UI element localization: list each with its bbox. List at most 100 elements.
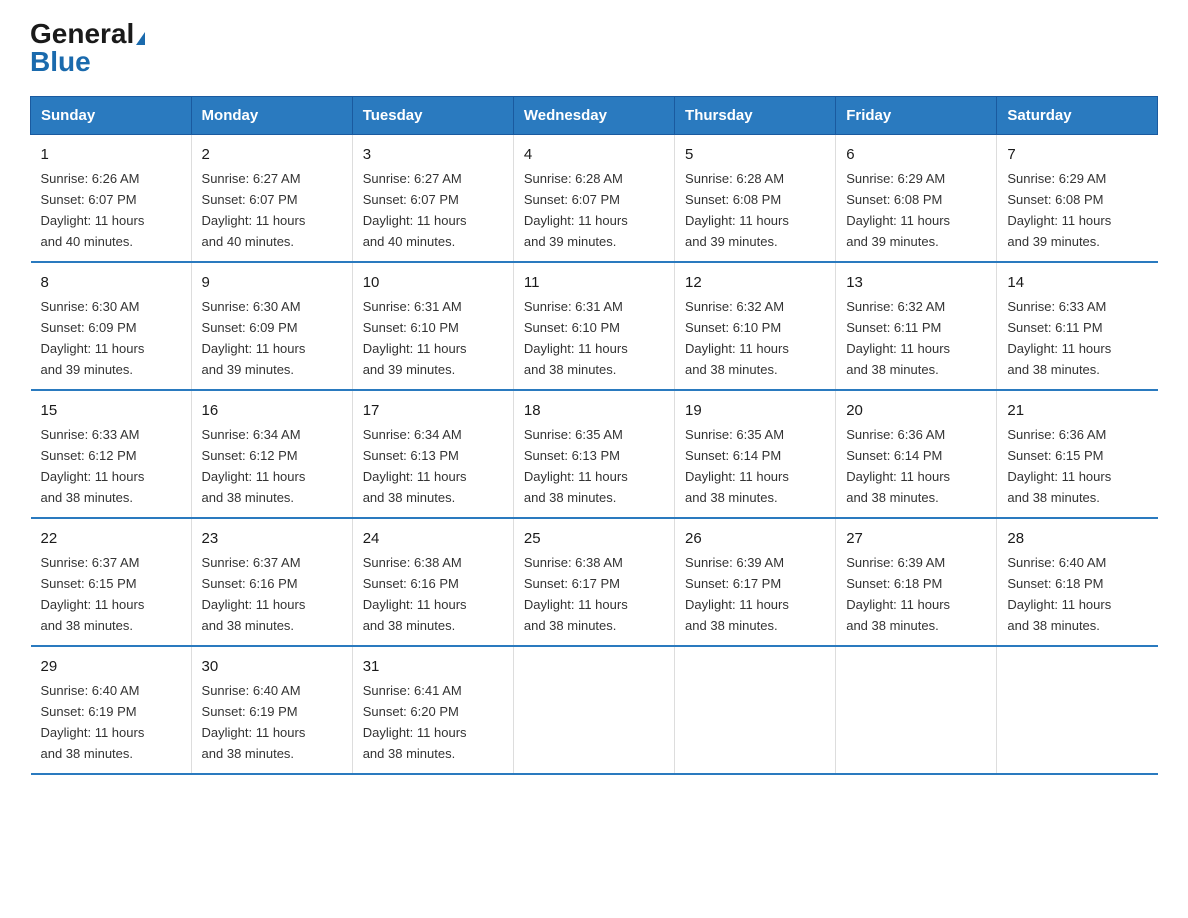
- calendar-cell: 1 Sunrise: 6:26 AMSunset: 6:07 PMDayligh…: [31, 135, 192, 262]
- day-info: Sunrise: 6:32 AMSunset: 6:10 PMDaylight:…: [685, 299, 789, 377]
- day-info: Sunrise: 6:33 AMSunset: 6:11 PMDaylight:…: [1007, 299, 1111, 377]
- day-number: 11: [524, 271, 664, 294]
- day-number: 12: [685, 271, 825, 294]
- day-info: Sunrise: 6:31 AMSunset: 6:10 PMDaylight:…: [363, 299, 467, 377]
- calendar-cell: 12 Sunrise: 6:32 AMSunset: 6:10 PMDaylig…: [675, 262, 836, 390]
- calendar-week-5: 29 Sunrise: 6:40 AMSunset: 6:19 PMDaylig…: [31, 646, 1158, 774]
- day-info: Sunrise: 6:38 AMSunset: 6:17 PMDaylight:…: [524, 555, 628, 633]
- calendar-cell: 29 Sunrise: 6:40 AMSunset: 6:19 PMDaylig…: [31, 646, 192, 774]
- calendar-cell: 24 Sunrise: 6:38 AMSunset: 6:16 PMDaylig…: [352, 518, 513, 646]
- calendar-cell: 17 Sunrise: 6:34 AMSunset: 6:13 PMDaylig…: [352, 390, 513, 518]
- calendar-cell: 4 Sunrise: 6:28 AMSunset: 6:07 PMDayligh…: [513, 135, 674, 262]
- header-wednesday: Wednesday: [513, 97, 674, 135]
- day-info: Sunrise: 6:30 AMSunset: 6:09 PMDaylight:…: [41, 299, 145, 377]
- calendar-week-3: 15 Sunrise: 6:33 AMSunset: 6:12 PMDaylig…: [31, 390, 1158, 518]
- day-info: Sunrise: 6:39 AMSunset: 6:17 PMDaylight:…: [685, 555, 789, 633]
- day-info: Sunrise: 6:26 AMSunset: 6:07 PMDaylight:…: [41, 171, 145, 249]
- calendar-cell: 3 Sunrise: 6:27 AMSunset: 6:07 PMDayligh…: [352, 135, 513, 262]
- calendar-cell: 21 Sunrise: 6:36 AMSunset: 6:15 PMDaylig…: [997, 390, 1158, 518]
- day-info: Sunrise: 6:29 AMSunset: 6:08 PMDaylight:…: [846, 171, 950, 249]
- day-number: 31: [363, 655, 503, 678]
- day-info: Sunrise: 6:35 AMSunset: 6:14 PMDaylight:…: [685, 427, 789, 505]
- header-friday: Friday: [836, 97, 997, 135]
- day-number: 19: [685, 399, 825, 422]
- day-number: 30: [202, 655, 342, 678]
- calendar-week-4: 22 Sunrise: 6:37 AMSunset: 6:15 PMDaylig…: [31, 518, 1158, 646]
- day-info: Sunrise: 6:35 AMSunset: 6:13 PMDaylight:…: [524, 427, 628, 505]
- calendar-cell: 28 Sunrise: 6:40 AMSunset: 6:18 PMDaylig…: [997, 518, 1158, 646]
- day-number: 26: [685, 527, 825, 550]
- calendar-cell: 25 Sunrise: 6:38 AMSunset: 6:17 PMDaylig…: [513, 518, 674, 646]
- day-info: Sunrise: 6:40 AMSunset: 6:18 PMDaylight:…: [1007, 555, 1111, 633]
- logo-general-text: General: [30, 18, 134, 49]
- day-number: 2: [202, 143, 342, 166]
- calendar-cell: 15 Sunrise: 6:33 AMSunset: 6:12 PMDaylig…: [31, 390, 192, 518]
- calendar-cell: 5 Sunrise: 6:28 AMSunset: 6:08 PMDayligh…: [675, 135, 836, 262]
- day-info: Sunrise: 6:41 AMSunset: 6:20 PMDaylight:…: [363, 683, 467, 761]
- calendar-table: SundayMondayTuesdayWednesdayThursdayFrid…: [30, 96, 1158, 775]
- calendar-cell: 10 Sunrise: 6:31 AMSunset: 6:10 PMDaylig…: [352, 262, 513, 390]
- day-number: 23: [202, 527, 342, 550]
- logo-blue-text: Blue: [30, 48, 145, 76]
- day-info: Sunrise: 6:33 AMSunset: 6:12 PMDaylight:…: [41, 427, 145, 505]
- calendar-cell: 27 Sunrise: 6:39 AMSunset: 6:18 PMDaylig…: [836, 518, 997, 646]
- day-number: 4: [524, 143, 664, 166]
- day-number: 27: [846, 527, 986, 550]
- day-info: Sunrise: 6:37 AMSunset: 6:16 PMDaylight:…: [202, 555, 306, 633]
- calendar-cell: 14 Sunrise: 6:33 AMSunset: 6:11 PMDaylig…: [997, 262, 1158, 390]
- calendar-cell: 9 Sunrise: 6:30 AMSunset: 6:09 PMDayligh…: [191, 262, 352, 390]
- calendar-cell: 30 Sunrise: 6:40 AMSunset: 6:19 PMDaylig…: [191, 646, 352, 774]
- day-info: Sunrise: 6:40 AMSunset: 6:19 PMDaylight:…: [41, 683, 145, 761]
- logo-general-line: General: [30, 20, 145, 48]
- calendar-cell: [836, 646, 997, 774]
- calendar-header-row: SundayMondayTuesdayWednesdayThursdayFrid…: [31, 97, 1158, 135]
- day-info: Sunrise: 6:27 AMSunset: 6:07 PMDaylight:…: [202, 171, 306, 249]
- calendar-cell: [513, 646, 674, 774]
- day-number: 18: [524, 399, 664, 422]
- day-info: Sunrise: 6:40 AMSunset: 6:19 PMDaylight:…: [202, 683, 306, 761]
- day-info: Sunrise: 6:30 AMSunset: 6:09 PMDaylight:…: [202, 299, 306, 377]
- day-number: 20: [846, 399, 986, 422]
- day-number: 28: [1007, 527, 1147, 550]
- calendar-cell: 23 Sunrise: 6:37 AMSunset: 6:16 PMDaylig…: [191, 518, 352, 646]
- day-info: Sunrise: 6:36 AMSunset: 6:15 PMDaylight:…: [1007, 427, 1111, 505]
- logo: General Blue: [30, 20, 145, 76]
- day-info: Sunrise: 6:31 AMSunset: 6:10 PMDaylight:…: [524, 299, 628, 377]
- day-info: Sunrise: 6:32 AMSunset: 6:11 PMDaylight:…: [846, 299, 950, 377]
- calendar-cell: [675, 646, 836, 774]
- day-number: 6: [846, 143, 986, 166]
- calendar-cell: 8 Sunrise: 6:30 AMSunset: 6:09 PMDayligh…: [31, 262, 192, 390]
- day-number: 5: [685, 143, 825, 166]
- day-info: Sunrise: 6:39 AMSunset: 6:18 PMDaylight:…: [846, 555, 950, 633]
- calendar-week-1: 1 Sunrise: 6:26 AMSunset: 6:07 PMDayligh…: [31, 135, 1158, 262]
- day-info: Sunrise: 6:27 AMSunset: 6:07 PMDaylight:…: [363, 171, 467, 249]
- day-number: 10: [363, 271, 503, 294]
- day-number: 25: [524, 527, 664, 550]
- day-number: 9: [202, 271, 342, 294]
- header-saturday: Saturday: [997, 97, 1158, 135]
- calendar-cell: 11 Sunrise: 6:31 AMSunset: 6:10 PMDaylig…: [513, 262, 674, 390]
- logo-triangle-icon: [136, 32, 145, 45]
- day-number: 21: [1007, 399, 1147, 422]
- day-info: Sunrise: 6:36 AMSunset: 6:14 PMDaylight:…: [846, 427, 950, 505]
- day-number: 8: [41, 271, 181, 294]
- calendar-cell: 2 Sunrise: 6:27 AMSunset: 6:07 PMDayligh…: [191, 135, 352, 262]
- day-number: 1: [41, 143, 181, 166]
- day-info: Sunrise: 6:29 AMSunset: 6:08 PMDaylight:…: [1007, 171, 1111, 249]
- calendar-cell: 18 Sunrise: 6:35 AMSunset: 6:13 PMDaylig…: [513, 390, 674, 518]
- day-info: Sunrise: 6:38 AMSunset: 6:16 PMDaylight:…: [363, 555, 467, 633]
- calendar-cell: 22 Sunrise: 6:37 AMSunset: 6:15 PMDaylig…: [31, 518, 192, 646]
- day-number: 17: [363, 399, 503, 422]
- header-tuesday: Tuesday: [352, 97, 513, 135]
- header-monday: Monday: [191, 97, 352, 135]
- day-number: 3: [363, 143, 503, 166]
- day-number: 24: [363, 527, 503, 550]
- calendar-cell: 20 Sunrise: 6:36 AMSunset: 6:14 PMDaylig…: [836, 390, 997, 518]
- day-number: 15: [41, 399, 181, 422]
- day-info: Sunrise: 6:34 AMSunset: 6:12 PMDaylight:…: [202, 427, 306, 505]
- day-number: 22: [41, 527, 181, 550]
- day-number: 29: [41, 655, 181, 678]
- calendar-cell: 16 Sunrise: 6:34 AMSunset: 6:12 PMDaylig…: [191, 390, 352, 518]
- day-number: 16: [202, 399, 342, 422]
- day-info: Sunrise: 6:28 AMSunset: 6:07 PMDaylight:…: [524, 171, 628, 249]
